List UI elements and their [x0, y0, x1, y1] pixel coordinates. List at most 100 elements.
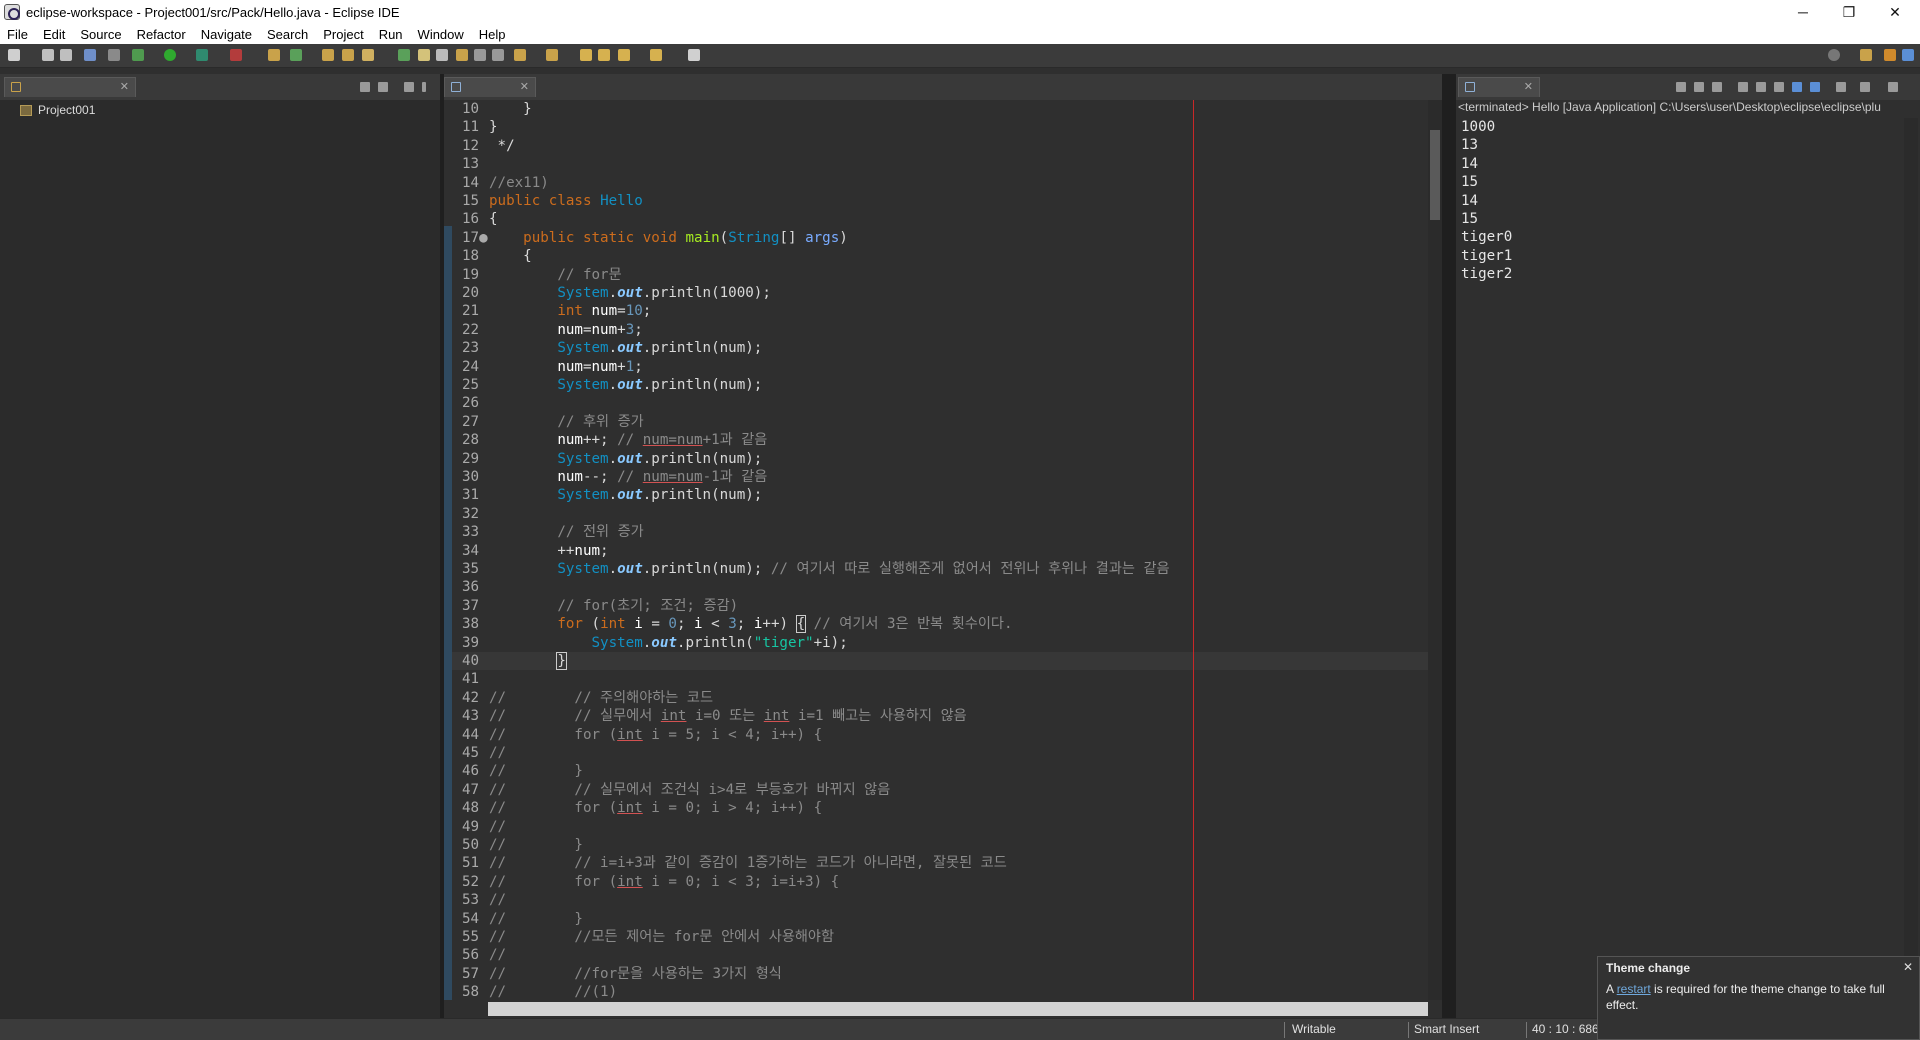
java-perspective-icon[interactable] — [1884, 49, 1896, 61]
code-line[interactable]: 25 System.out.println(num); — [444, 376, 1428, 394]
external-tools-icon[interactable] — [230, 49, 242, 61]
forward-icon[interactable] — [618, 49, 630, 61]
code-line[interactable]: 18 { — [444, 247, 1428, 265]
code-line[interactable]: 21 int num=10; — [444, 302, 1428, 320]
code-line[interactable]: 23 System.out.println(num); — [444, 339, 1428, 357]
code-line[interactable]: 44// for (int i = 5; i < 4; i++) { — [444, 726, 1428, 744]
display-console-icon[interactable] — [1860, 82, 1870, 92]
menu-help[interactable]: Help — [472, 27, 514, 42]
menu-project[interactable]: Project — [316, 27, 371, 42]
new-package-icon[interactable] — [268, 49, 280, 61]
back-icon[interactable] — [598, 49, 610, 61]
code-line[interactable]: 58// //(1) — [444, 983, 1428, 1000]
menu-refactor[interactable]: Refactor — [130, 27, 194, 42]
coverage-icon[interactable] — [196, 49, 208, 61]
save-all-icon[interactable] — [60, 49, 72, 61]
menu-search[interactable]: Search — [260, 27, 316, 42]
new-class-icon[interactable] — [290, 49, 302, 61]
open-perspective-icon[interactable] — [1860, 49, 1872, 61]
scroll-lock-icon[interactable] — [1756, 82, 1766, 92]
close-icon[interactable]: ✕ — [1903, 960, 1913, 974]
editor-horizontal-scrollbar[interactable] — [488, 1002, 1428, 1016]
whitespace-icon[interactable] — [456, 49, 468, 61]
show-stderr-icon[interactable] — [1810, 82, 1820, 92]
code-line[interactable]: 52// for (int i = 0; i < 3; i=i+3) { — [444, 873, 1428, 891]
show-whitespace-icon[interactable] — [492, 49, 504, 61]
maximize-button[interactable]: ❐ — [1826, 0, 1872, 24]
code-line[interactable]: 26 — [444, 394, 1428, 412]
code-line[interactable]: 11} — [444, 118, 1428, 136]
editor-vertical-scrollbar[interactable] — [1428, 100, 1442, 1000]
menu-file[interactable]: File — [0, 27, 36, 42]
code-editor[interactable]: 10 } 11} 12 */13 14//ex11) 15 public class He… — [444, 100, 1428, 1000]
annotation-icon[interactable] — [418, 49, 430, 61]
code-line[interactable]: 46// } — [444, 762, 1428, 780]
code-line[interactable]: 38 for (int i = 0; i < 3; i++) { // 여기서 … — [444, 615, 1428, 634]
code-line[interactable]: 55// //모든 제어는 for문 안에서 사용해야함 — [444, 928, 1428, 946]
code-line[interactable]: 54// } — [444, 910, 1428, 928]
code-line[interactable]: 35 System.out.println(num); // 여기서 따로 실행… — [444, 560, 1428, 578]
next-annotation-icon[interactable] — [514, 49, 526, 61]
new-console-icon[interactable] — [1888, 82, 1898, 92]
search-tool-icon[interactable] — [362, 49, 374, 61]
code-line[interactable]: 17● public static void main(String[] arg… — [444, 229, 1428, 247]
code-line[interactable]: 27 // 후위 증가 — [444, 413, 1428, 431]
menu-source[interactable]: Source — [73, 27, 129, 42]
pin-editor-icon[interactable] — [688, 49, 700, 61]
close-icon[interactable]: ✕ — [520, 80, 529, 93]
code-line[interactable]: 14//ex11) — [444, 174, 1428, 192]
code-line[interactable]: 33 // 전위 증가 — [444, 523, 1428, 541]
code-line[interactable]: 12 */ — [444, 137, 1428, 155]
last-edit-icon[interactable] — [580, 49, 592, 61]
pin-console-icon[interactable] — [1836, 82, 1846, 92]
link-editor-icon[interactable] — [378, 82, 388, 92]
word-wrap-icon[interactable] — [1774, 82, 1784, 92]
code-line[interactable]: 39 System.out.println("tiger"+i); — [444, 634, 1428, 652]
code-line[interactable]: 48// for (int i = 0; i > 4; i++) { — [444, 799, 1428, 817]
remove-launch-icon[interactable] — [1694, 82, 1704, 92]
skip-breakpoints-icon[interactable] — [108, 49, 120, 61]
code-line[interactable]: 50// } — [444, 836, 1428, 854]
terminal-icon[interactable] — [84, 49, 96, 61]
code-line[interactable]: 31 System.out.println(num); — [444, 486, 1428, 504]
code-line[interactable]: 13 — [444, 155, 1428, 173]
console-vertical-scrollbar[interactable] — [1904, 118, 1918, 998]
code-line[interactable]: 34 ++num; — [444, 542, 1428, 560]
code-line[interactable]: 24 num=num+1; — [444, 358, 1428, 376]
search-icon[interactable] — [1828, 49, 1840, 61]
word-wrap-icon[interactable] — [474, 49, 486, 61]
save-icon[interactable] — [42, 49, 54, 61]
code-line[interactable]: 15 public class Hello — [444, 192, 1428, 210]
code-line[interactable]: 37 // for(초기; 조건; 증감) — [444, 597, 1428, 615]
tab-console[interactable]: ✕ — [1458, 77, 1540, 97]
code-line[interactable]: 19 // for문 — [444, 266, 1428, 284]
collapse-all-icon[interactable] — [360, 82, 370, 92]
scroll-thumb[interactable] — [1430, 130, 1440, 220]
code-line[interactable]: 22 num=num+3; — [444, 321, 1428, 339]
menu-window[interactable]: Window — [411, 27, 472, 42]
project-tree-item[interactable]: Project001 — [20, 103, 95, 117]
code-line[interactable]: 43// // 실무에서 int i=0 또는 int i=1 빼고는 사용하지… — [444, 707, 1428, 725]
sash[interactable] — [1442, 74, 1456, 1018]
code-line[interactable]: 16{ — [444, 210, 1428, 228]
code-line[interactable]: 49// — [444, 818, 1428, 836]
code-line[interactable]: 45// — [444, 744, 1428, 762]
code-line[interactable]: 47// // 실무에서 조건식 i>4로 부등호가 바뀌지 않음 — [444, 781, 1428, 799]
restart-link[interactable]: restart — [1617, 982, 1651, 996]
block-selection-icon[interactable] — [436, 49, 448, 61]
code-line[interactable]: 57// //for문을 사용하는 3가지 형식 — [444, 965, 1428, 983]
code-line[interactable]: 32 — [444, 505, 1428, 523]
code-line[interactable]: 53// — [444, 891, 1428, 909]
prev-annotation-icon[interactable] — [546, 49, 558, 61]
close-button[interactable]: ✕ — [1872, 0, 1918, 24]
terminate-icon[interactable] — [1676, 82, 1686, 92]
minimize-button[interactable]: ─ — [1780, 0, 1826, 24]
code-line[interactable]: 42// // 주의해야하는 코드 — [444, 689, 1428, 707]
remove-all-icon[interactable] — [1712, 82, 1722, 92]
new-icon[interactable] — [8, 49, 20, 61]
console-output[interactable] — [1456, 100, 1904, 1000]
close-icon[interactable]: ✕ — [1524, 80, 1533, 93]
code-line[interactable]: 56// — [444, 946, 1428, 964]
code-line[interactable]: 20 System.out.println(1000); — [444, 284, 1428, 302]
open-type-icon[interactable] — [322, 49, 334, 61]
